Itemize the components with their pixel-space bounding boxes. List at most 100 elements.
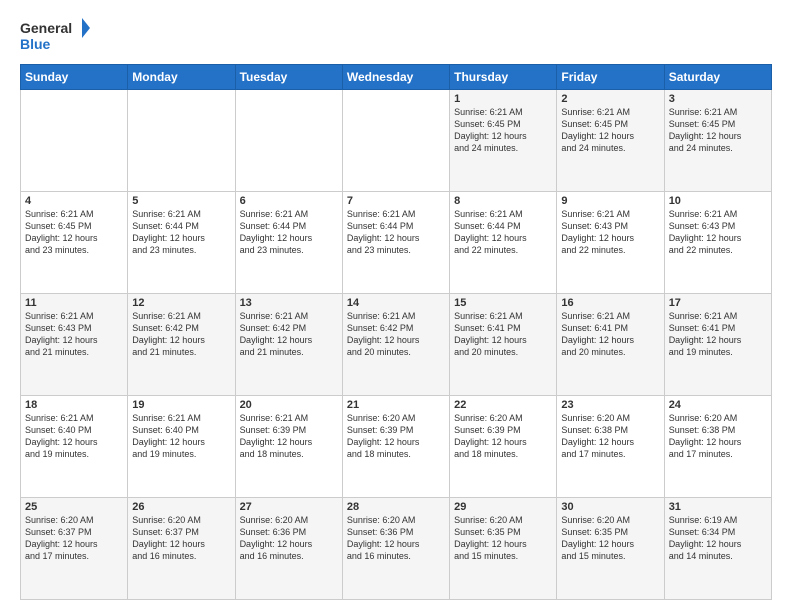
day-number: 31 [669, 501, 767, 513]
day-info: Sunrise: 6:20 AM Sunset: 6:36 PM Dayligh… [347, 514, 445, 563]
page: General Blue SundayMondayTuesdayWednesda… [0, 0, 792, 612]
cell-4-4: 29Sunrise: 6:20 AM Sunset: 6:35 PM Dayli… [450, 498, 557, 600]
cell-4-5: 30Sunrise: 6:20 AM Sunset: 6:35 PM Dayli… [557, 498, 664, 600]
day-number: 17 [669, 297, 767, 309]
day-number: 18 [25, 399, 123, 411]
week-row-4: 18Sunrise: 6:21 AM Sunset: 6:40 PM Dayli… [21, 396, 772, 498]
cell-0-4: 1Sunrise: 6:21 AM Sunset: 6:45 PM Daylig… [450, 90, 557, 192]
day-info: Sunrise: 6:20 AM Sunset: 6:39 PM Dayligh… [454, 412, 552, 461]
cell-2-0: 11Sunrise: 6:21 AM Sunset: 6:43 PM Dayli… [21, 294, 128, 396]
cell-4-0: 25Sunrise: 6:20 AM Sunset: 6:37 PM Dayli… [21, 498, 128, 600]
day-number: 13 [240, 297, 338, 309]
week-row-1: 1Sunrise: 6:21 AM Sunset: 6:45 PM Daylig… [21, 90, 772, 192]
cell-2-2: 13Sunrise: 6:21 AM Sunset: 6:42 PM Dayli… [235, 294, 342, 396]
cell-3-4: 22Sunrise: 6:20 AM Sunset: 6:39 PM Dayli… [450, 396, 557, 498]
day-info: Sunrise: 6:21 AM Sunset: 6:45 PM Dayligh… [454, 106, 552, 155]
day-number: 26 [132, 501, 230, 513]
cell-0-1 [128, 90, 235, 192]
header: General Blue [20, 16, 772, 56]
day-number: 30 [561, 501, 659, 513]
day-info: Sunrise: 6:21 AM Sunset: 6:41 PM Dayligh… [669, 310, 767, 359]
day-info: Sunrise: 6:20 AM Sunset: 6:36 PM Dayligh… [240, 514, 338, 563]
header-saturday: Saturday [664, 65, 771, 90]
cell-4-3: 28Sunrise: 6:20 AM Sunset: 6:36 PM Dayli… [342, 498, 449, 600]
cell-1-6: 10Sunrise: 6:21 AM Sunset: 6:43 PM Dayli… [664, 192, 771, 294]
week-row-2: 4Sunrise: 6:21 AM Sunset: 6:45 PM Daylig… [21, 192, 772, 294]
day-number: 11 [25, 297, 123, 309]
cell-0-0 [21, 90, 128, 192]
header-monday: Monday [128, 65, 235, 90]
day-number: 7 [347, 195, 445, 207]
day-number: 14 [347, 297, 445, 309]
day-info: Sunrise: 6:21 AM Sunset: 6:43 PM Dayligh… [25, 310, 123, 359]
cell-4-1: 26Sunrise: 6:20 AM Sunset: 6:37 PM Dayli… [128, 498, 235, 600]
day-info: Sunrise: 6:20 AM Sunset: 6:39 PM Dayligh… [347, 412, 445, 461]
cell-0-6: 3Sunrise: 6:21 AM Sunset: 6:45 PM Daylig… [664, 90, 771, 192]
cell-2-5: 16Sunrise: 6:21 AM Sunset: 6:41 PM Dayli… [557, 294, 664, 396]
logo-svg: General Blue [20, 16, 90, 56]
week-row-3: 11Sunrise: 6:21 AM Sunset: 6:43 PM Dayli… [21, 294, 772, 396]
day-info: Sunrise: 6:21 AM Sunset: 6:39 PM Dayligh… [240, 412, 338, 461]
cell-0-2 [235, 90, 342, 192]
header-sunday: Sunday [21, 65, 128, 90]
cell-2-1: 12Sunrise: 6:21 AM Sunset: 6:42 PM Dayli… [128, 294, 235, 396]
day-info: Sunrise: 6:20 AM Sunset: 6:35 PM Dayligh… [561, 514, 659, 563]
cell-2-6: 17Sunrise: 6:21 AM Sunset: 6:41 PM Dayli… [664, 294, 771, 396]
day-number: 21 [347, 399, 445, 411]
header-tuesday: Tuesday [235, 65, 342, 90]
day-info: Sunrise: 6:21 AM Sunset: 6:40 PM Dayligh… [25, 412, 123, 461]
cell-3-5: 23Sunrise: 6:20 AM Sunset: 6:38 PM Dayli… [557, 396, 664, 498]
day-info: Sunrise: 6:21 AM Sunset: 6:44 PM Dayligh… [240, 208, 338, 257]
day-info: Sunrise: 6:21 AM Sunset: 6:41 PM Dayligh… [454, 310, 552, 359]
cell-4-6: 31Sunrise: 6:19 AM Sunset: 6:34 PM Dayli… [664, 498, 771, 600]
day-number: 28 [347, 501, 445, 513]
cell-1-3: 7Sunrise: 6:21 AM Sunset: 6:44 PM Daylig… [342, 192, 449, 294]
cell-2-4: 15Sunrise: 6:21 AM Sunset: 6:41 PM Dayli… [450, 294, 557, 396]
day-number: 19 [132, 399, 230, 411]
day-info: Sunrise: 6:20 AM Sunset: 6:37 PM Dayligh… [25, 514, 123, 563]
day-info: Sunrise: 6:21 AM Sunset: 6:45 PM Dayligh… [669, 106, 767, 155]
week-row-5: 25Sunrise: 6:20 AM Sunset: 6:37 PM Dayli… [21, 498, 772, 600]
day-number: 24 [669, 399, 767, 411]
day-info: Sunrise: 6:20 AM Sunset: 6:35 PM Dayligh… [454, 514, 552, 563]
day-number: 12 [132, 297, 230, 309]
header-wednesday: Wednesday [342, 65, 449, 90]
day-number: 16 [561, 297, 659, 309]
day-info: Sunrise: 6:21 AM Sunset: 6:42 PM Dayligh… [347, 310, 445, 359]
cell-3-3: 21Sunrise: 6:20 AM Sunset: 6:39 PM Dayli… [342, 396, 449, 498]
cell-1-2: 6Sunrise: 6:21 AM Sunset: 6:44 PM Daylig… [235, 192, 342, 294]
day-number: 2 [561, 93, 659, 105]
day-info: Sunrise: 6:21 AM Sunset: 6:44 PM Dayligh… [454, 208, 552, 257]
cell-2-3: 14Sunrise: 6:21 AM Sunset: 6:42 PM Dayli… [342, 294, 449, 396]
day-info: Sunrise: 6:19 AM Sunset: 6:34 PM Dayligh… [669, 514, 767, 563]
svg-text:General: General [20, 20, 72, 36]
header-thursday: Thursday [450, 65, 557, 90]
header-friday: Friday [557, 65, 664, 90]
logo: General Blue [20, 16, 90, 56]
day-number: 20 [240, 399, 338, 411]
day-number: 23 [561, 399, 659, 411]
day-number: 10 [669, 195, 767, 207]
day-info: Sunrise: 6:21 AM Sunset: 6:44 PM Dayligh… [347, 208, 445, 257]
day-info: Sunrise: 6:21 AM Sunset: 6:45 PM Dayligh… [561, 106, 659, 155]
cell-1-1: 5Sunrise: 6:21 AM Sunset: 6:44 PM Daylig… [128, 192, 235, 294]
day-number: 29 [454, 501, 552, 513]
calendar-table: SundayMondayTuesdayWednesdayThursdayFrid… [20, 64, 772, 600]
day-number: 27 [240, 501, 338, 513]
weekday-header-row: SundayMondayTuesdayWednesdayThursdayFrid… [21, 65, 772, 90]
cell-3-1: 19Sunrise: 6:21 AM Sunset: 6:40 PM Dayli… [128, 396, 235, 498]
cell-1-0: 4Sunrise: 6:21 AM Sunset: 6:45 PM Daylig… [21, 192, 128, 294]
day-number: 8 [454, 195, 552, 207]
day-number: 25 [25, 501, 123, 513]
day-info: Sunrise: 6:20 AM Sunset: 6:38 PM Dayligh… [561, 412, 659, 461]
svg-text:Blue: Blue [20, 36, 51, 52]
day-info: Sunrise: 6:21 AM Sunset: 6:43 PM Dayligh… [669, 208, 767, 257]
day-info: Sunrise: 6:21 AM Sunset: 6:41 PM Dayligh… [561, 310, 659, 359]
cell-4-2: 27Sunrise: 6:20 AM Sunset: 6:36 PM Dayli… [235, 498, 342, 600]
cell-0-3 [342, 90, 449, 192]
day-info: Sunrise: 6:21 AM Sunset: 6:40 PM Dayligh… [132, 412, 230, 461]
day-info: Sunrise: 6:21 AM Sunset: 6:42 PM Dayligh… [240, 310, 338, 359]
day-number: 22 [454, 399, 552, 411]
day-number: 4 [25, 195, 123, 207]
day-number: 6 [240, 195, 338, 207]
